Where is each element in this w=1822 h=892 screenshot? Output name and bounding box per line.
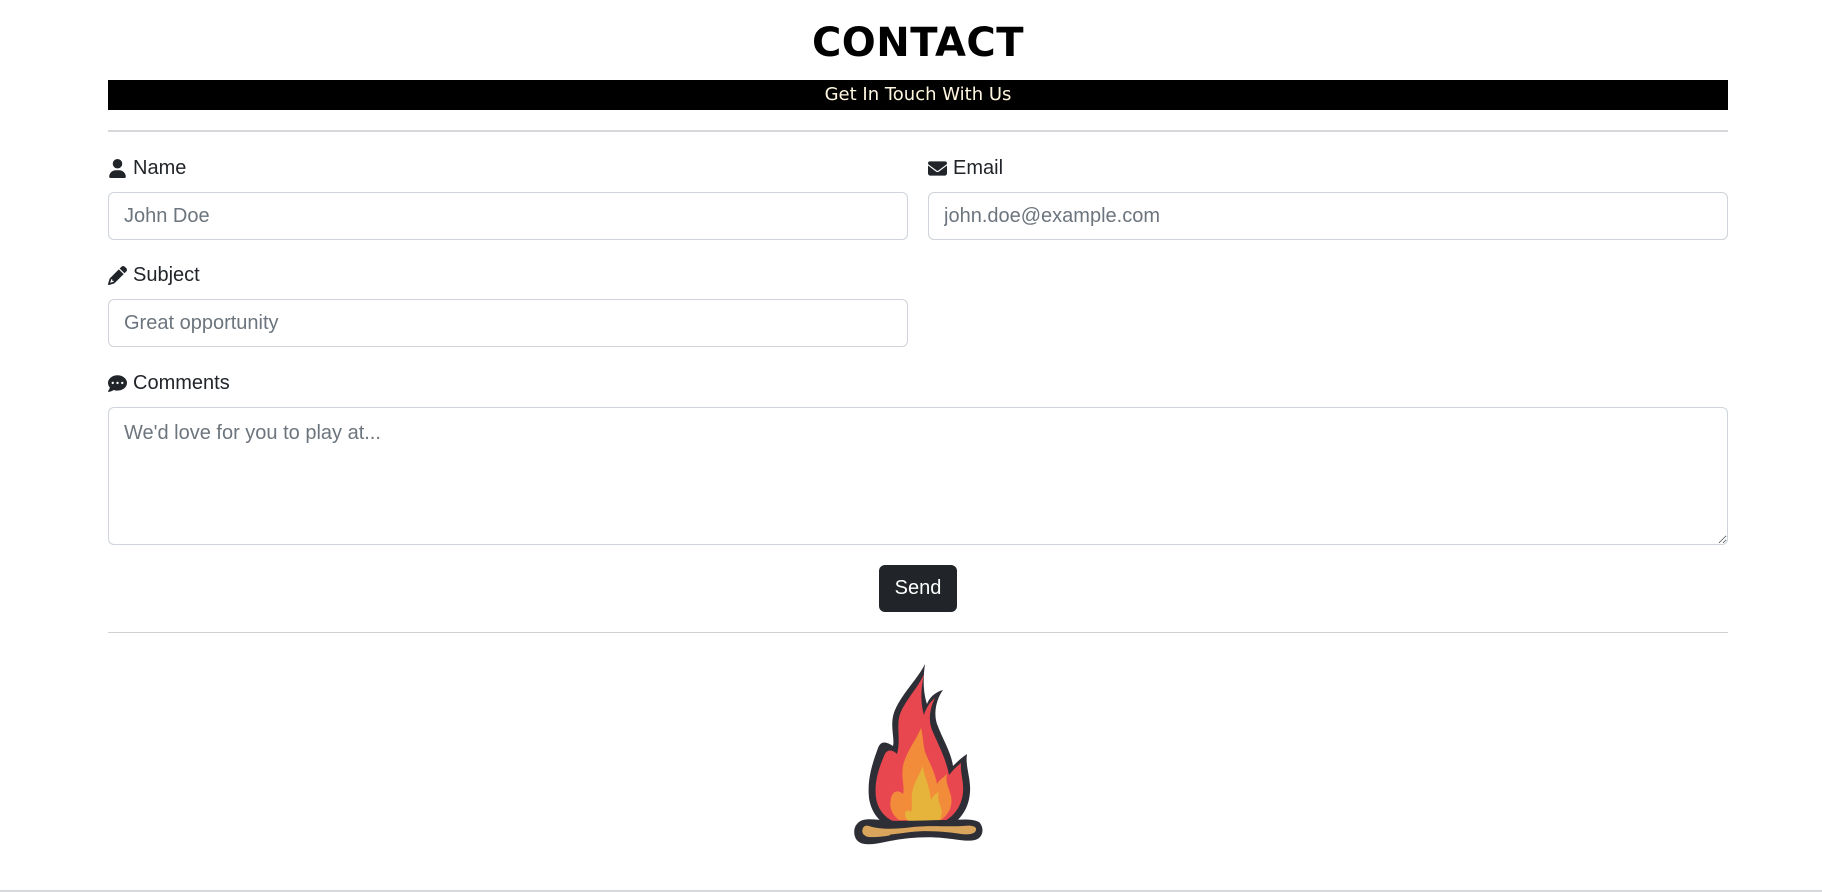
- comments-label: Comments: [108, 370, 230, 396]
- pencil-icon: [108, 265, 127, 285]
- footer-divider: [108, 632, 1728, 633]
- comments-label-text: Comments: [133, 372, 230, 394]
- send-button[interactable]: Send: [879, 565, 957, 612]
- comment-dots-icon: [108, 374, 127, 393]
- top-divider: [108, 130, 1728, 132]
- user-icon: [108, 158, 127, 178]
- email-label: Email: [928, 155, 1003, 181]
- subtitle-banner: Get In Touch With Us: [108, 80, 1728, 110]
- name-label-text: Name: [133, 157, 187, 179]
- subject-label-text: Subject: [133, 264, 200, 286]
- name-label: Name: [108, 155, 186, 181]
- comments-textarea[interactable]: [108, 407, 1728, 545]
- name-input[interactable]: [108, 192, 908, 240]
- campfire-icon: [854, 664, 983, 845]
- email-label-text: Email: [953, 157, 1004, 179]
- page-title: CONTACT: [811, 20, 1025, 66]
- subject-input[interactable]: [108, 299, 908, 347]
- subject-label: Subject: [108, 262, 200, 288]
- email-input[interactable]: [928, 192, 1728, 240]
- envelope-icon: [928, 159, 947, 178]
- campfire-logo: [851, 662, 986, 857]
